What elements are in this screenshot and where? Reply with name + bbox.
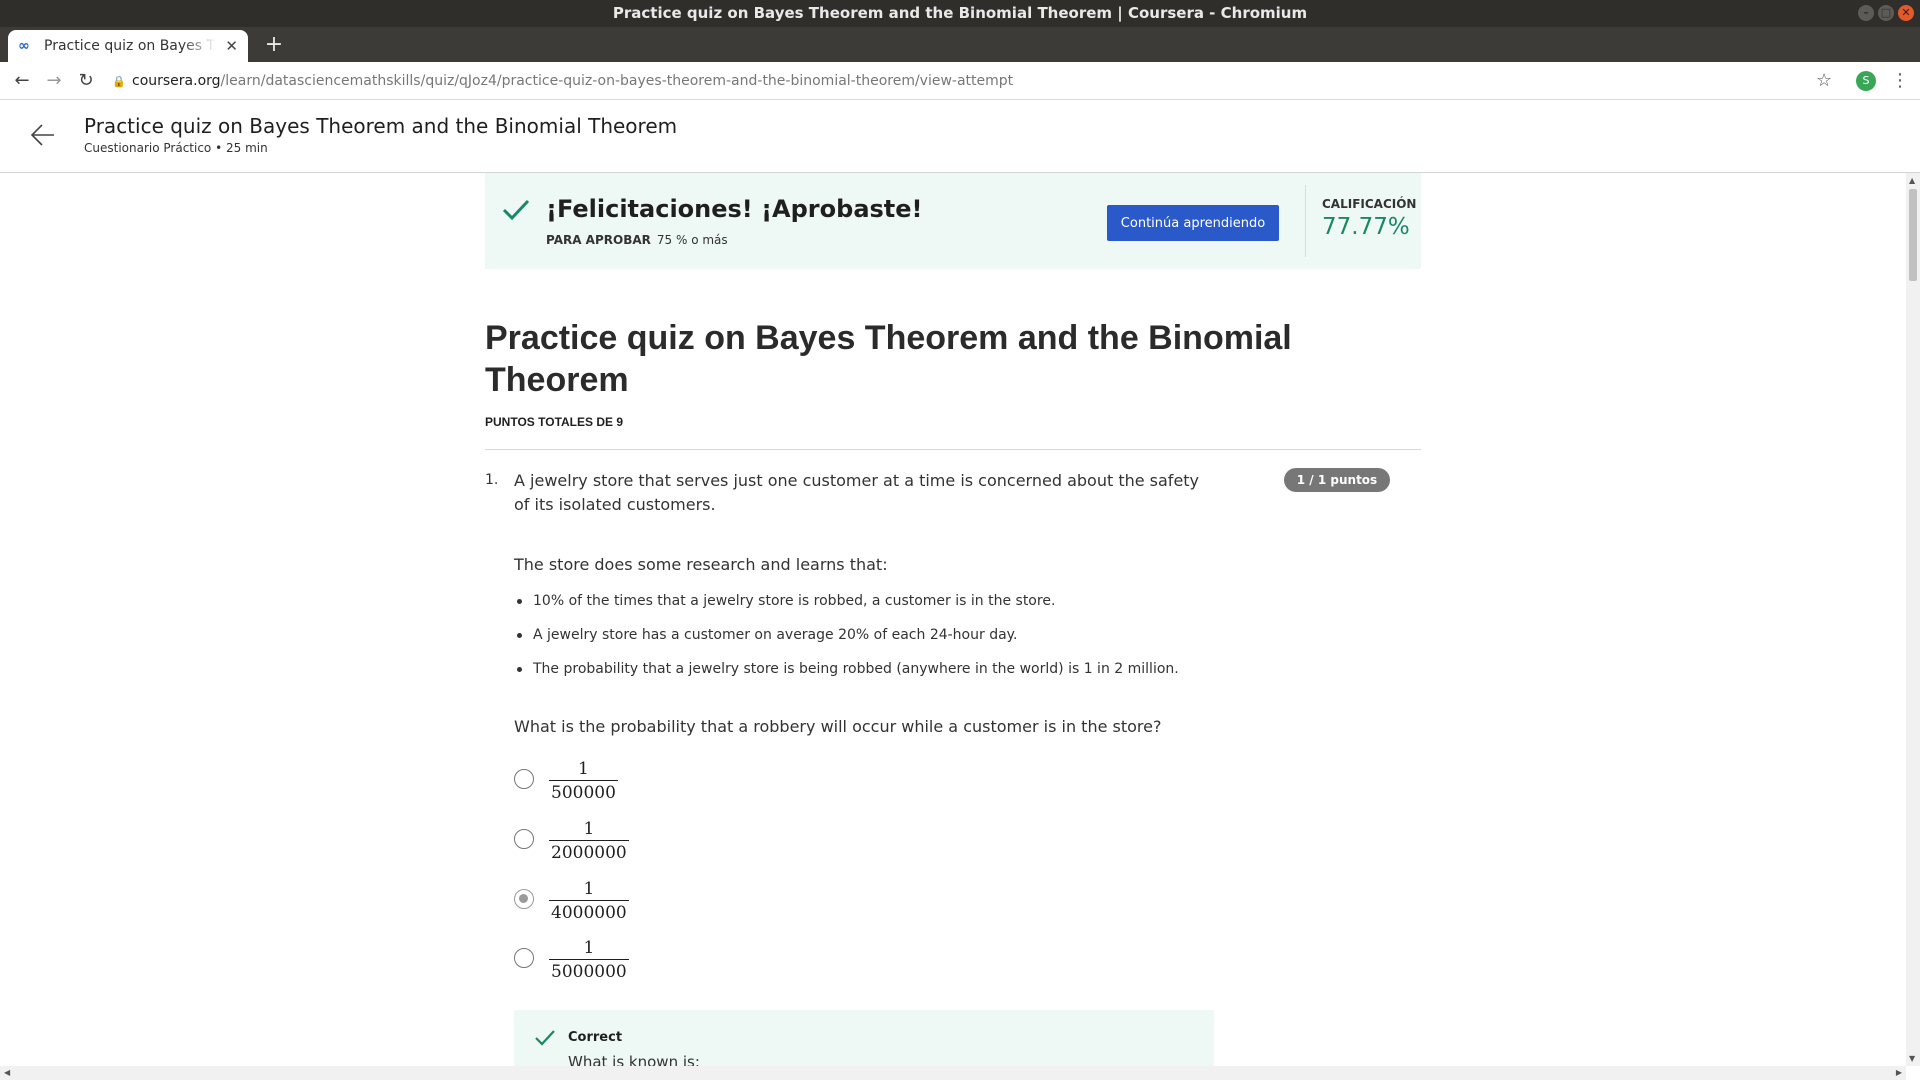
radio-button-selected[interactable]	[514, 889, 534, 909]
fraction: 1 500000	[549, 758, 618, 805]
new-tab-button[interactable]: +	[262, 33, 286, 57]
maximize-button[interactable]: □	[1878, 5, 1894, 21]
scroll-left-icon[interactable]: ◀	[4, 1068, 10, 1077]
url-host: coursera.org	[132, 73, 221, 89]
url-text: coursera.org/learn/datasciencemathskills…	[132, 73, 1013, 89]
banner-divider	[1305, 185, 1306, 257]
window-title: Practice quiz on Bayes Theorem and the B…	[612, 4, 1308, 22]
browser-toolbar: ← → ↻ 🔒 coursera.org/learn/datasciencema…	[0, 62, 1920, 100]
points-badge: 1 / 1 puntos	[1284, 468, 1390, 492]
pass-label: PARA APROBAR	[546, 233, 651, 247]
profile-avatar[interactable]: S	[1856, 71, 1876, 91]
radio-button[interactable]	[514, 829, 534, 849]
check-icon	[535, 1030, 555, 1046]
url-path: /learn/datasciencemathskills/quiz/qJoz4/…	[220, 73, 1014, 89]
fraction-denominator: 4000000	[549, 900, 629, 925]
question-number: 1.	[485, 472, 499, 488]
question-research: The store does some research and learns …	[514, 555, 888, 574]
fraction-denominator: 2000000	[549, 840, 629, 865]
window-titlebar: Practice quiz on Bayes Theorem and the B…	[0, 0, 1920, 27]
tab-close-icon[interactable]: ✕	[225, 37, 238, 55]
coursera-icon: ∞	[18, 38, 30, 54]
list-item: The probability that a jewelry store is …	[514, 659, 1179, 693]
fraction: 1 5000000	[549, 937, 629, 984]
browser-menu-icon[interactable]: ⋮	[1891, 70, 1909, 91]
question-intro: A jewelry store that serves just one cus…	[514, 471, 1200, 514]
scroll-up-icon[interactable]: ▲	[1909, 176, 1915, 185]
facts-list: 10% of the times that a jewelry store is…	[514, 591, 1179, 693]
window-controls: – □ ✕	[1858, 5, 1914, 21]
radio-button[interactable]	[514, 948, 534, 968]
feedback-title: Correct	[568, 1030, 623, 1045]
tab-strip: ∞ Practice quiz on Bayes Theorem and the…	[0, 27, 1920, 62]
fraction-numerator: 1	[583, 938, 595, 958]
answer-option[interactable]: 1 2000000	[514, 818, 714, 868]
page-header-subtitle: Cuestionario Práctico • 25 min	[84, 141, 268, 155]
pass-value: 75 % o más	[656, 233, 728, 247]
reload-icon[interactable]: ↻	[74, 69, 98, 93]
feedback-text: What is known is:	[568, 1053, 700, 1066]
fraction-numerator: 1	[578, 759, 589, 779]
answer-option[interactable]: 1 500000	[514, 758, 714, 808]
lock-icon: 🔒	[112, 74, 126, 88]
page-header-title: Practice quiz on Bayes Theorem and the B…	[84, 114, 678, 138]
answer-option[interactable]: 1 5000000	[514, 937, 714, 987]
check-icon	[502, 199, 530, 221]
question-prompt: What is the probability that a robbery w…	[514, 717, 1162, 736]
fraction: 1 2000000	[549, 818, 629, 865]
pass-banner: ¡Felicitaciones! ¡Aprobaste! PARA APROBA…	[485, 173, 1421, 269]
list-item: A jewelry store has a customer on averag…	[514, 625, 1179, 659]
vertical-scrollbar[interactable]: ▲ ▼	[1906, 173, 1920, 1066]
points-total: PUNTOS TOTALES DE 9	[485, 415, 624, 429]
scroll-down-icon[interactable]: ▼	[1909, 1054, 1915, 1063]
banner-title: ¡Felicitaciones! ¡Aprobaste!	[546, 195, 923, 223]
forward-nav-icon[interactable]: →	[42, 69, 66, 93]
list-item: 10% of the times that a jewelry store is…	[514, 591, 1179, 625]
back-nav-icon[interactable]: ←	[10, 69, 34, 93]
back-arrow-icon[interactable]	[28, 120, 58, 150]
scroll-right-icon[interactable]: ▶	[1896, 1068, 1902, 1077]
fraction-denominator: 500000	[549, 780, 618, 805]
horizontal-scrollbar[interactable]: ◀ ▶	[0, 1066, 1906, 1080]
grade-label: CALIFICACIÓN	[1322, 197, 1417, 211]
answer-feedback: Correct What is known is:	[514, 1010, 1214, 1066]
page-header: Practice quiz on Bayes Theorem and the B…	[0, 100, 1920, 173]
continue-learning-button[interactable]: Continúa aprendiendo	[1107, 205, 1279, 241]
tab-active[interactable]: ∞ Practice quiz on Bayes Theorem and the…	[8, 30, 248, 62]
quiz-title: Practice quiz on Bayes Theorem and the B…	[485, 319, 1292, 399]
bookmark-star-icon[interactable]: ☆	[1816, 70, 1832, 91]
fraction-denominator: 5000000	[549, 959, 629, 984]
radio-button[interactable]	[514, 769, 534, 789]
fraction-numerator: 1	[583, 819, 595, 839]
answer-option[interactable]: 1 4000000	[514, 878, 714, 928]
section-divider	[485, 449, 1421, 450]
address-bar[interactable]: 🔒 coursera.org/learn/datasciencemathskil…	[112, 66, 1818, 96]
tab-label: Practice quiz on Bayes Theorem and the B…	[44, 38, 216, 54]
pass-requirement: PARA APROBAR 75 % o más	[546, 233, 728, 247]
main-content: ¡Felicitaciones! ¡Aprobaste! PARA APROBA…	[0, 173, 1906, 1066]
fraction: 1 4000000	[549, 878, 629, 925]
minimize-button[interactable]: –	[1858, 5, 1874, 21]
grade-value: 77.77%	[1322, 214, 1410, 240]
close-window-button[interactable]: ✕	[1898, 5, 1914, 21]
fraction-numerator: 1	[583, 879, 595, 899]
scrollbar-thumb[interactable]	[1909, 189, 1917, 281]
